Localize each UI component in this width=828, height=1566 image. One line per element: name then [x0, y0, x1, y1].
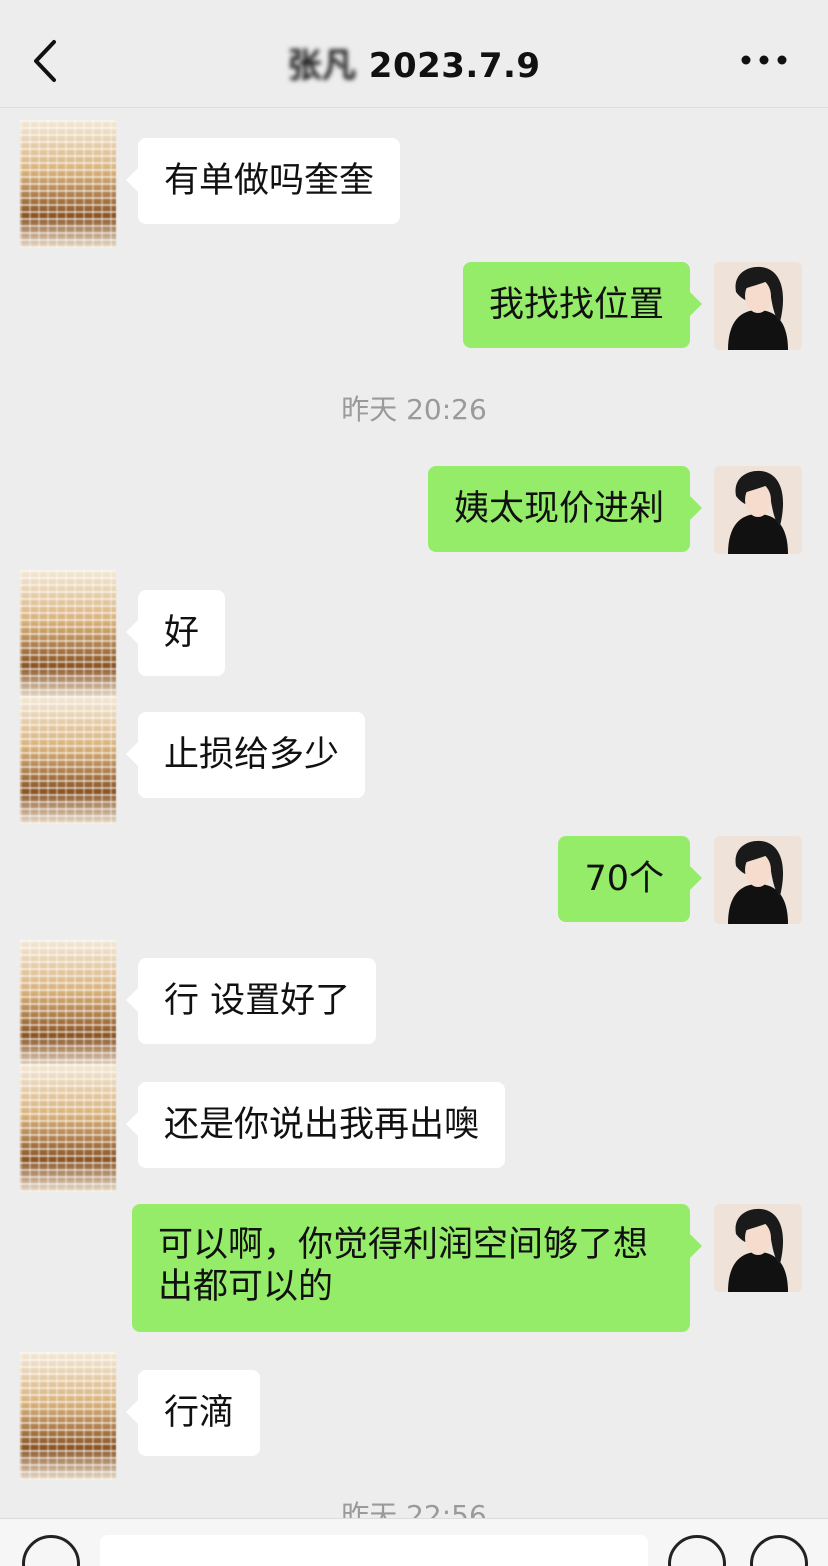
- contact-name-blurred: 张凡: [287, 46, 357, 86]
- contact-avatar[interactable]: [20, 570, 116, 698]
- my-avatar[interactable]: [714, 466, 802, 554]
- contact-avatar[interactable]: [20, 1064, 116, 1192]
- chat-date: 2023.7.9: [368, 46, 541, 86]
- my-avatar[interactable]: [714, 262, 802, 350]
- contact-avatar[interactable]: [20, 120, 116, 248]
- portrait-image: [714, 1204, 802, 1292]
- message-bubble-incoming[interactable]: 行 设置好了: [125, 958, 377, 1044]
- message-bubble-incoming[interactable]: 还是你说出我再出噢: [125, 1082, 506, 1168]
- my-avatar[interactable]: [714, 836, 802, 924]
- more-button[interactable]: [740, 50, 788, 70]
- my-avatar[interactable]: [714, 1204, 802, 1292]
- contact-avatar[interactable]: [20, 940, 116, 1068]
- message-bubble-outgoing[interactable]: 70个: [558, 836, 702, 922]
- contact-avatar[interactable]: [20, 1352, 116, 1480]
- message-bubble-outgoing[interactable]: 我找找位置: [462, 262, 703, 348]
- input-bar: [0, 1518, 828, 1566]
- emoji-icon[interactable]: [668, 1535, 726, 1566]
- message-bubble-incoming[interactable]: 好: [125, 590, 226, 676]
- portrait-image: [714, 836, 802, 924]
- message-input[interactable]: [100, 1535, 648, 1566]
- plus-icon[interactable]: [750, 1535, 808, 1566]
- message-bubble-outgoing[interactable]: 可以啊，你觉得利润空间够了想出都可以的: [132, 1204, 702, 1332]
- message-bubble-incoming[interactable]: 行滴: [125, 1370, 261, 1456]
- timestamp: 昨天 20:26: [341, 393, 487, 426]
- message-bubble-incoming[interactable]: 有单做吗奎奎: [125, 138, 401, 224]
- contact-avatar[interactable]: [20, 696, 116, 824]
- portrait-image: [714, 466, 802, 554]
- message-bubble-incoming[interactable]: 止损给多少: [125, 712, 366, 798]
- chat-title: 张凡 2023.7.9: [0, 38, 828, 87]
- voice-icon[interactable]: [22, 1535, 80, 1566]
- chat-header: 张凡 2023.7.9: [0, 0, 828, 108]
- more-dots-icon: [741, 55, 787, 65]
- message-bubble-outgoing[interactable]: 姨太现价进剁: [427, 466, 703, 552]
- portrait-image: [714, 262, 802, 350]
